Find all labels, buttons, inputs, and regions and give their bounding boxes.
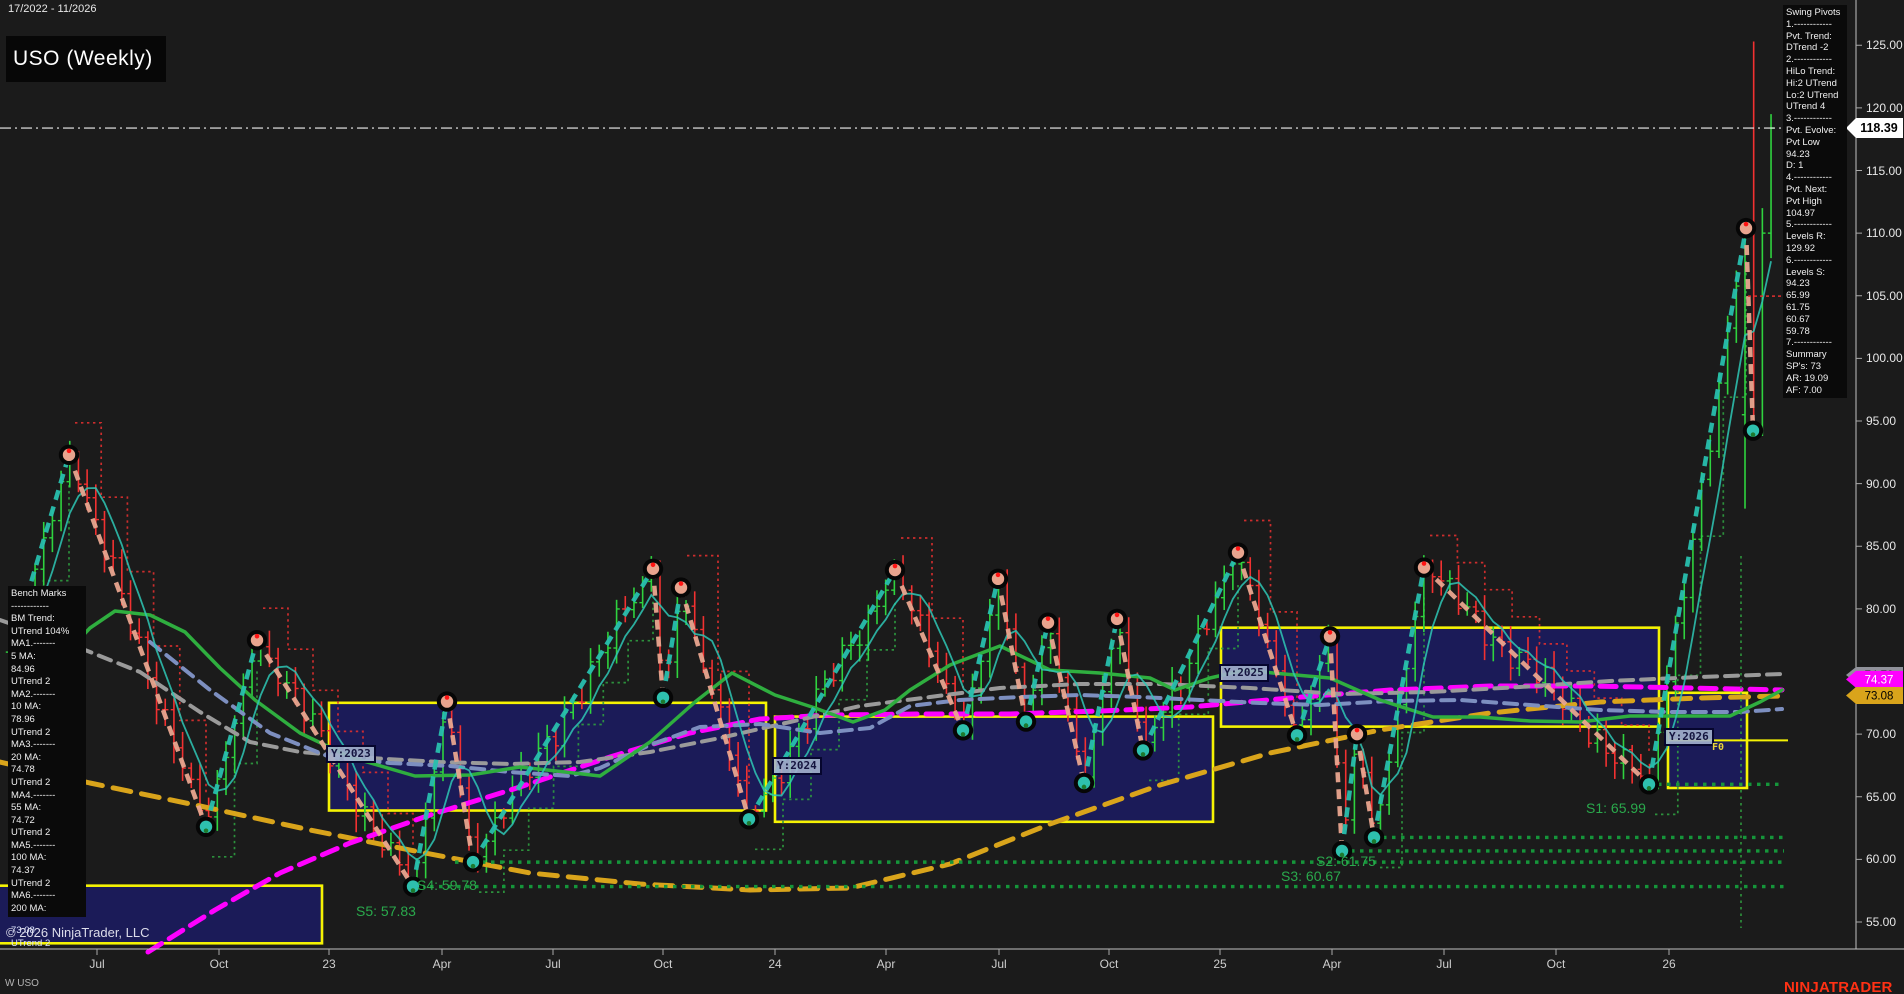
panel-line: 7.------------ [1786, 337, 1844, 349]
panel-line: 74.78 [11, 764, 83, 777]
panel-line: 5.------------ [1786, 219, 1844, 231]
swing-pivots-panel: Swing Pivots 1.------------Pvt. Trend:DT… [1783, 5, 1847, 398]
bench-marks-title: Bench Marks [11, 588, 83, 601]
panel-line: 61.75 [1786, 302, 1844, 314]
swing-pivots-title: Swing Pivots [1786, 7, 1844, 19]
panel-line: 104.97 [1786, 208, 1844, 220]
panel-line: 59.78 [1786, 326, 1844, 338]
panel-line: 3.------------ [1786, 113, 1844, 125]
price-axis[interactable] [1856, 0, 1904, 949]
panel-line: Pvt Low [1786, 137, 1844, 149]
panel-line: Lo:2 UTrend [1786, 90, 1844, 102]
panel-line: 6.------------ [1786, 255, 1844, 267]
year-boxes [0, 628, 1747, 944]
panel-line: MA2.------- [11, 689, 83, 702]
panel-line: UTrend 2 [11, 827, 83, 840]
panel-line: AR: 19.09 [1786, 373, 1844, 385]
bench-marks-panel: Bench Marks ------------BM Trend:UTrend … [8, 586, 86, 917]
panel-line: 94.23 [1786, 278, 1844, 290]
panel-line: Levels R: [1786, 231, 1844, 243]
panel-line: 1.------------ [1786, 19, 1844, 31]
panel-line: Pvt High [1786, 196, 1844, 208]
panel-line: HiLo Trend: [1786, 66, 1844, 78]
panel-line: Levels S: [1786, 267, 1844, 279]
panel-line: BM Trend: [11, 613, 83, 626]
chart-title-box: USO (Weekly) [6, 36, 166, 82]
panel-line: 74.72 [11, 815, 83, 828]
panel-line: MA6.------- [11, 890, 83, 903]
panel-line: 200 MA: [11, 903, 83, 916]
panel-line: 100 MA: [11, 852, 83, 865]
panel-line: UTrend 2 [11, 878, 83, 891]
panel-line: MA1.------- [11, 638, 83, 651]
panel-line: UTrend 2 [11, 727, 83, 740]
panel-line: AF: 7.00 [1786, 385, 1844, 397]
panel-line: Hi:2 UTrend [1786, 78, 1844, 90]
panel-line: 10 MA: [11, 701, 83, 714]
panel-line: Summary [1786, 349, 1844, 361]
panel-line: 129.92 [1786, 243, 1844, 255]
panel-line: 65.99 [1786, 290, 1844, 302]
panel-line: 74.37 [11, 865, 83, 878]
panel-line: UTrend 104% [11, 626, 83, 639]
panel-line: 4.------------ [1786, 172, 1844, 184]
panel-line: 5 MA: [11, 651, 83, 664]
date-range-label: 17/2022 - 11/2026 [8, 3, 96, 15]
panel-line: 60.67 [1786, 314, 1844, 326]
panel-line: MA3.------- [11, 739, 83, 752]
panel-line: Pvt. Trend: [1786, 31, 1844, 43]
chart-canvas[interactable]: 74.7274.3773.08118.39 [0, 0, 1904, 994]
panel-line: MA4.------- [11, 790, 83, 803]
time-axis[interactable] [0, 949, 1856, 994]
panel-line: 84.96 [11, 664, 83, 677]
panel-line: MA5.------- [11, 840, 83, 853]
bench-marks-lines: ------------BM Trend:UTrend 104%MA1.----… [11, 601, 83, 916]
panel-line: 55 MA: [11, 802, 83, 815]
panel-line: 78.96 [11, 714, 83, 727]
panel-line: 2.------------ [1786, 54, 1844, 66]
chart-title: USO (Weekly) [6, 47, 153, 71]
moving-averages [0, 261, 1782, 952]
swing-pivots-lines: 1.------------Pvt. Trend:DTrend -22.----… [1786, 19, 1844, 397]
panel-line: Pvt. Next: [1786, 184, 1844, 196]
panel-line: Pvt. Evolve: [1786, 125, 1844, 137]
panel-line: DTrend -2 [1786, 42, 1844, 54]
copyright-label: © 2026 NinjaTrader, LLC [6, 925, 150, 940]
panel-line: 94.23 [1786, 149, 1844, 161]
ninjatrader-chart-window: 74.7274.3773.08118.39 Y:2023Y:2024Y:2025… [0, 0, 1904, 994]
panel-line: 20 MA: [11, 752, 83, 765]
panel-line: UTrend 4 [1786, 101, 1844, 113]
panel-line: ------------ [11, 601, 83, 614]
panel-line: UTrend 2 [11, 676, 83, 689]
panel-line: D: 1 [1786, 160, 1844, 172]
panel-line: UTrend 2 [11, 777, 83, 790]
panel-line: SP's: 73 [1786, 361, 1844, 373]
